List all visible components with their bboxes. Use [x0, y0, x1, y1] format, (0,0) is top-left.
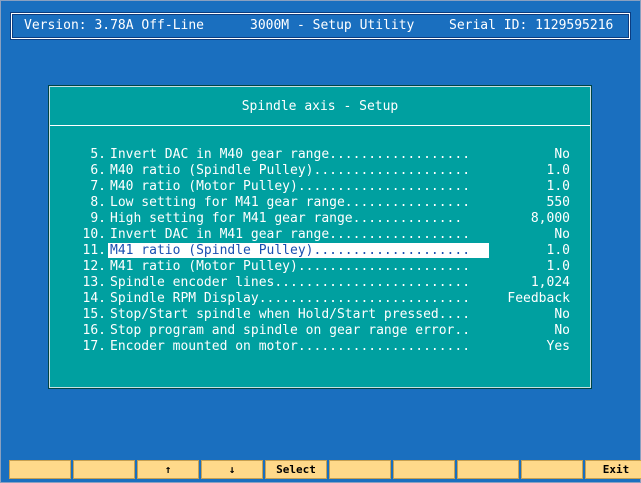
f7-key[interactable]: [393, 460, 455, 479]
setting-number: 9.: [90, 211, 106, 226]
spindle-setup-dialog: Spindle axis - Setup 5. Invert DAC in M40…: [49, 86, 591, 388]
setting-label: M40 ratio (Motor Pulley)................…: [110, 179, 471, 194]
setting-number: 10.: [82, 227, 106, 242]
setting-number: 16.: [82, 323, 106, 338]
setting-label: Spindle RPM Display.....................…: [110, 291, 471, 306]
setting-label: Stop program and spindle on gear range e…: [110, 323, 471, 338]
setting-value[interactable]: 1.0: [547, 243, 570, 259]
f6-key[interactable]: [329, 460, 391, 479]
setting-value[interactable]: No: [554, 227, 570, 243]
setting-value[interactable]: 8,000: [531, 211, 570, 227]
setting-label: Invert DAC in M41 gear range............…: [110, 227, 471, 242]
setting-number: 6.: [90, 163, 106, 178]
setting-row[interactable]: 9. High setting for M41 gear range.......…: [50, 211, 590, 227]
setting-row[interactable]: 5. Invert DAC in M40 gear range..........…: [50, 147, 590, 163]
setting-number: 14.: [82, 291, 106, 306]
setting-value[interactable]: Feedback: [507, 291, 570, 307]
setting-number: 12.: [82, 259, 106, 274]
setting-number: 7.: [90, 179, 106, 194]
setting-value[interactable]: 1.0: [547, 259, 570, 275]
setting-value[interactable]: No: [554, 323, 570, 339]
select-key[interactable]: Select: [265, 460, 327, 479]
setting-label: M41 ratio (Motor Pulley)................…: [110, 259, 471, 274]
serial-id: Serial ID: 1129595216: [449, 18, 614, 33]
setting-row[interactable]: 11. M41 ratio (Spindle Pulley)...........…: [50, 243, 590, 259]
setting-row[interactable]: 15. Stop/Start spindle when Hold/Start pr…: [50, 307, 590, 323]
setting-number: 13.: [82, 275, 106, 290]
setting-value[interactable]: No: [554, 307, 570, 323]
setting-label: M41 ratio (Spindle Pulley)..............…: [110, 243, 471, 258]
setting-row[interactable]: 8. Low setting for M41 gear range........…: [50, 195, 590, 211]
setting-number: 8.: [90, 195, 106, 210]
settings-list: 5. Invert DAC in M40 gear range..........…: [50, 147, 590, 355]
down-arrow-key[interactable]: ↓: [201, 460, 263, 479]
exit-key[interactable]: Exit: [585, 460, 641, 479]
setting-label: M40 ratio (Spindle Pulley)..............…: [110, 163, 471, 178]
setting-value[interactable]: Yes: [547, 339, 570, 355]
setting-value[interactable]: 1,024: [531, 275, 570, 291]
setting-row[interactable]: 10. Invert DAC in M41 gear range.........…: [50, 227, 590, 243]
setting-number: 11.: [82, 243, 106, 258]
f8-key[interactable]: [457, 460, 519, 479]
setting-row[interactable]: 13. Spindle encoder lines................…: [50, 275, 590, 291]
setting-row[interactable]: 17. Encoder mounted on motor.............…: [50, 339, 590, 355]
setting-number: 5.: [90, 147, 106, 162]
setting-label: Spindle encoder lines...................…: [110, 275, 471, 290]
f9-key[interactable]: [521, 460, 583, 479]
setting-value[interactable]: 550: [547, 195, 570, 211]
dialog-title: Spindle axis - Setup: [241, 99, 399, 114]
setting-number: 17.: [82, 339, 106, 354]
dialog-title-bar: Spindle axis - Setup: [50, 87, 590, 126]
setting-row[interactable]: 6. M40 ratio (Spindle Pulley)............…: [50, 163, 590, 179]
setup-screen: Version: 3.78A Off-Line 3000M - Setup Ut…: [0, 0, 641, 483]
setting-row[interactable]: 7. M40 ratio (Motor Pulley)..............…: [50, 179, 590, 195]
setting-value[interactable]: 1.0: [547, 179, 570, 195]
setting-number: 15.: [82, 307, 106, 322]
app-title: 3000M - Setup Utility: [250, 18, 415, 33]
header-bar: Version: 3.78A Off-Line 3000M - Setup Ut…: [11, 13, 630, 39]
f1-key[interactable]: [9, 460, 71, 479]
setting-row[interactable]: 16. Stop program and spindle on gear rang…: [50, 323, 590, 339]
setting-label: Low setting for M41 gear range..........…: [110, 195, 471, 210]
up-arrow-key[interactable]: ↑: [137, 460, 199, 479]
setting-label: Encoder mounted on motor................…: [110, 339, 471, 354]
setting-label: Invert DAC in M40 gear range............…: [110, 147, 471, 162]
setting-value[interactable]: 1.0: [547, 163, 570, 179]
setting-row[interactable]: 12. M41 ratio (Motor Pulley).............…: [50, 259, 590, 275]
setting-row[interactable]: 14. Spindle RPM Display..................…: [50, 291, 590, 307]
version-label: Version: 3.78A Off-Line: [24, 18, 205, 33]
setting-label: High setting for M41 gear range.........…: [110, 211, 463, 226]
setting-value[interactable]: No: [554, 147, 570, 163]
f2-key[interactable]: [73, 460, 135, 479]
setting-label: Stop/Start spindle when Hold/Start press…: [110, 307, 471, 322]
